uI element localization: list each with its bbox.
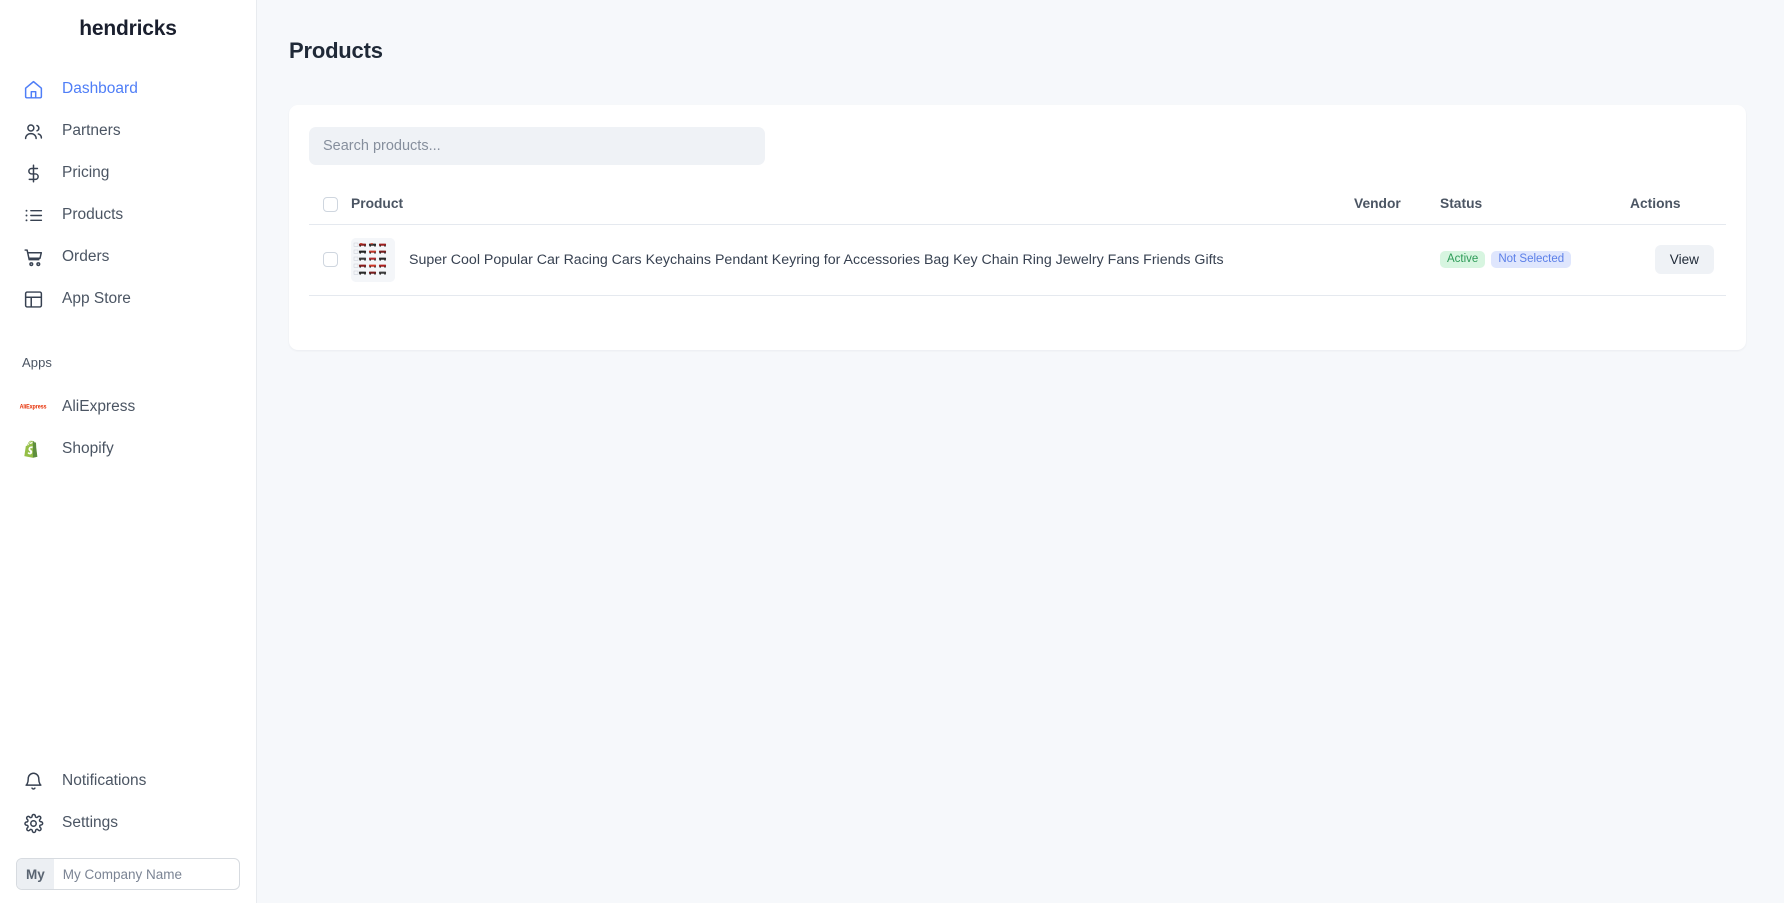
users-icon	[22, 120, 44, 142]
status-badge-selection: Not Selected	[1491, 250, 1572, 269]
aliexpress-logo-text: AliExpress	[19, 403, 47, 411]
table-row: Super Cool Popular Car Racing Cars Keych…	[309, 224, 1726, 296]
view-button[interactable]: View	[1654, 245, 1714, 275]
sidebar-item-label: Settings	[62, 814, 119, 831]
apps-list: AliExpress AliExpress Shopify	[0, 386, 256, 470]
header-actions: Actions	[1630, 187, 1726, 225]
brand-logo: hendricks	[79, 17, 177, 40]
gear-icon	[22, 812, 44, 834]
sidebar-item-partners[interactable]: Partners	[0, 110, 256, 152]
status-badge-active: Active	[1440, 250, 1486, 269]
sidebar-item-shopify[interactable]: Shopify	[0, 428, 256, 470]
header-product: Product	[351, 187, 1354, 225]
sidebar-item-app-store[interactable]: App Store	[0, 278, 256, 320]
list-icon	[22, 204, 44, 226]
sidebar-footer: Notifications Settings My	[0, 760, 256, 903]
search-input[interactable]	[309, 127, 765, 165]
sidebar-item-notifications[interactable]: Notifications	[0, 760, 256, 802]
product-cell: Super Cool Popular Car Racing Cars Keych…	[351, 224, 1354, 296]
main-content: Products Product Vendor Status Actions	[257, 0, 1784, 903]
status-cell: Active Not Selected	[1440, 224, 1630, 296]
sidebar-item-label: Notifications	[62, 772, 147, 789]
primary-navigation: Dashboard Partners Pricing Products Orde…	[0, 68, 256, 320]
app-root: hendricks Dashboard Partners Pricing Pro…	[0, 0, 1784, 903]
actions-cell: View	[1630, 224, 1726, 296]
bell-icon	[22, 770, 44, 792]
apps-section-label: Apps	[22, 355, 53, 370]
company-prefix-label: My	[17, 859, 54, 889]
sidebar-item-label: Orders	[62, 248, 110, 265]
sidebar-item-orders[interactable]: Orders	[0, 236, 256, 278]
sidebar-item-label: Shopify	[62, 440, 114, 457]
table-header-row: Product Vendor Status Actions	[309, 187, 1726, 225]
product-thumbnail	[351, 237, 395, 282]
home-icon	[22, 78, 44, 100]
table-header: Product Vendor Status Actions	[309, 187, 1726, 225]
sidebar-item-label: Products	[62, 206, 124, 223]
sidebar-item-label: Dashboard	[62, 80, 138, 97]
table-body: Super Cool Popular Car Racing Cars Keych…	[309, 224, 1726, 296]
sidebar-item-products[interactable]: Products	[0, 194, 256, 236]
dollar-icon	[22, 162, 44, 184]
sidebar-item-settings[interactable]: Settings	[0, 802, 256, 844]
sidebar: hendricks Dashboard Partners Pricing Pro…	[0, 0, 257, 903]
vendor-cell	[1354, 224, 1440, 296]
header-status: Status	[1440, 187, 1630, 225]
aliexpress-logo-icon: AliExpress	[19, 396, 47, 418]
products-card: Product Vendor Status Actions	[289, 105, 1746, 350]
sidebar-item-label: App Store	[62, 290, 131, 307]
header-vendor: Vendor	[1354, 187, 1440, 225]
products-table: Product Vendor Status Actions Super Cool…	[309, 187, 1726, 296]
product-name: Super Cool Popular Car Racing Cars Keych…	[409, 251, 1224, 268]
company-name-field[interactable]: My	[16, 858, 240, 890]
select-all-checkbox[interactable]	[323, 196, 338, 212]
select-all-header	[309, 187, 351, 225]
sidebar-item-aliexpress[interactable]: AliExpress AliExpress	[0, 386, 256, 428]
sidebar-item-label: AliExpress	[62, 398, 136, 415]
sidebar-item-dashboard[interactable]: Dashboard	[0, 68, 256, 110]
sidebar-item-label: Pricing	[62, 164, 110, 181]
page-title: Products	[289, 38, 383, 63]
company-name-input[interactable]	[53, 859, 239, 889]
row-checkbox[interactable]	[323, 252, 338, 268]
sidebar-item-pricing[interactable]: Pricing	[0, 152, 256, 194]
cart-icon	[22, 246, 44, 268]
row-select-cell	[309, 224, 351, 296]
sidebar-item-label: Partners	[62, 122, 121, 139]
layout-icon	[22, 288, 44, 310]
shopify-logo-icon	[22, 438, 44, 460]
